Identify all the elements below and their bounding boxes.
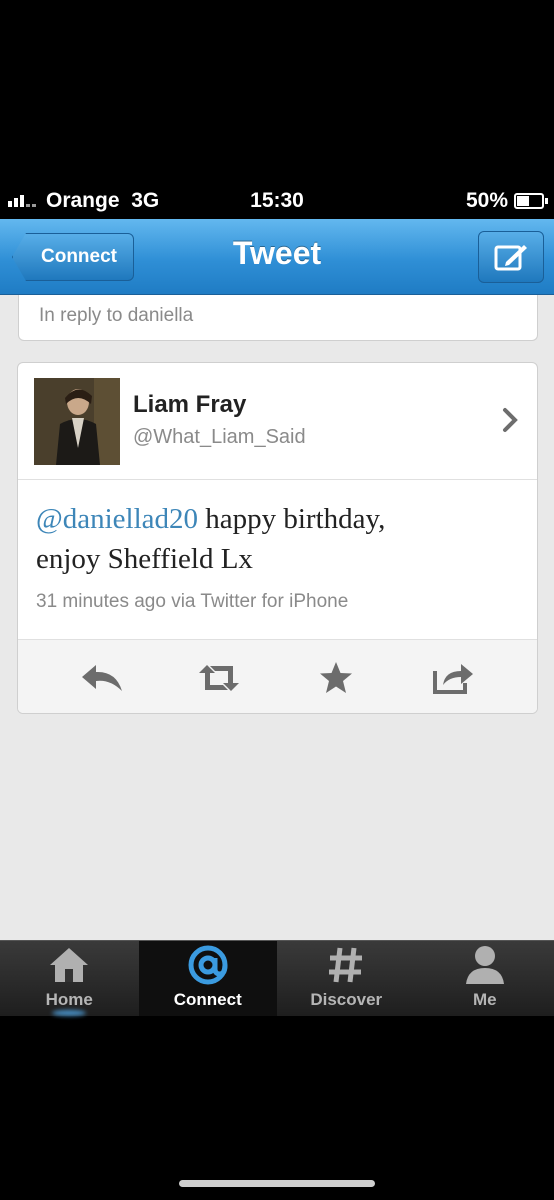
favorite-button[interactable] <box>312 658 360 698</box>
battery-percent: 50% <box>465 189 508 212</box>
home-icon <box>50 948 89 982</box>
person-icon <box>465 946 504 984</box>
author-name: Liam Fray <box>133 391 247 418</box>
status-bar: Orange 3G 15:30 50% <box>0 183 554 219</box>
tab-me[interactable]: Me <box>416 941 554 1016</box>
share-button[interactable] <box>429 658 477 698</box>
unread-indicator <box>52 1010 87 1016</box>
tweet-text-line2: enjoy Sheffield Lx <box>36 543 253 575</box>
tweet-detail-view: In reply to daniella Liam Fray @What_Lia… <box>0 295 554 940</box>
tweet-action-bar <box>18 639 537 713</box>
retweet-icon <box>199 664 240 691</box>
compose-button[interactable] <box>478 231 544 283</box>
at-icon <box>188 945 228 985</box>
retweet-button[interactable] <box>195 658 243 698</box>
tab-home[interactable]: Home <box>0 941 139 1016</box>
share-icon <box>432 663 473 694</box>
mention-link[interactable]: @daniellad20 <box>36 503 198 535</box>
tab-home-label: Home <box>45 990 93 1009</box>
author-row[interactable]: Liam Fray @What_Liam_Said <box>18 363 537 480</box>
avatar[interactable] <box>34 378 120 465</box>
battery-icon <box>514 193 548 209</box>
compose-icon <box>494 245 527 271</box>
navigation-bar: Connect Tweet <box>0 219 554 295</box>
tab-discover-label: Discover <box>310 990 383 1009</box>
author-handle: @What_Liam_Said <box>133 426 306 448</box>
tab-me-label: Me <box>472 990 497 1009</box>
tweet-text: @daniellad20 happy birthday, enjoy Sheffi… <box>36 499 526 579</box>
home-indicator[interactable] <box>179 1180 375 1187</box>
tweet-text-line1: happy birthday, <box>198 503 386 535</box>
reply-button[interactable] <box>78 658 126 698</box>
tab-connect[interactable]: Connect <box>138 941 277 1016</box>
tweet-card: Liam Fray @What_Liam_Said @daniellad20 h… <box>17 362 538 714</box>
in-reply-to-link[interactable]: In reply to daniella <box>18 295 538 341</box>
favorite-star-icon <box>319 661 352 693</box>
tab-discover[interactable]: Discover <box>277 941 416 1016</box>
tab-bar: Home Connect Discover Me <box>0 940 554 1016</box>
page-title: Tweet <box>232 235 322 271</box>
tweet-timestamp: 31 minutes ago via Twitter for iPhone <box>36 591 349 612</box>
tab-connect-label: Connect <box>173 990 242 1009</box>
reply-icon <box>82 664 123 691</box>
hash-icon <box>329 947 363 983</box>
chevron-right-icon <box>503 408 518 432</box>
